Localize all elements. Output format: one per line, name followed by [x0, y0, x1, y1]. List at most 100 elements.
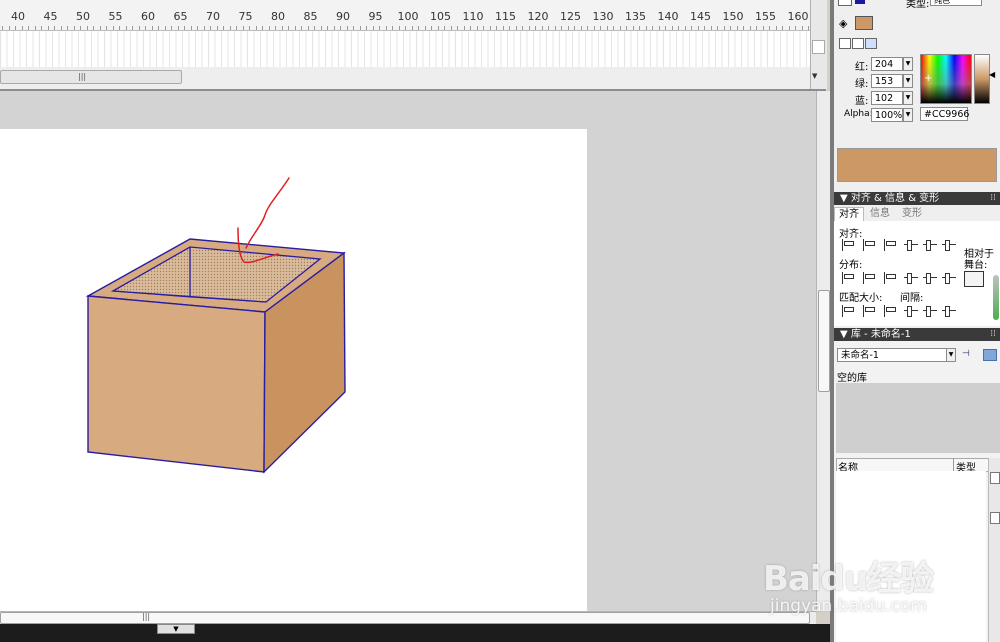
fill-color-swatch[interactable] [855, 16, 873, 30]
ruler-tick [119, 26, 120, 30]
tab-transform[interactable]: 变形 [898, 207, 926, 221]
align-right-icon[interactable] [883, 272, 897, 284]
ruler-tick [522, 26, 523, 30]
ruler-tick [125, 26, 127, 30]
ruler-tick [574, 26, 575, 30]
ruler-tick [229, 26, 231, 30]
stroke-color-swatch[interactable] [838, 0, 852, 6]
ruler-label: 85 [303, 10, 318, 23]
swap-colors-icon[interactable] [865, 38, 877, 49]
ruler-tick [379, 26, 380, 30]
panel-scrollbar[interactable] [993, 275, 999, 320]
paint-bucket-icon[interactable]: ◈ [839, 17, 847, 30]
box-front-face [87, 295, 266, 473]
hex-input[interactable]: #CC9966 [920, 107, 969, 121]
ruler-tick [112, 26, 114, 30]
brightness-slider[interactable] [974, 54, 990, 104]
tab-info[interactable]: 信息 [866, 207, 894, 221]
align-h-center-icon[interactable] [862, 305, 876, 317]
alpha-input[interactable]: 100% [871, 108, 903, 122]
align-v-center-icon[interactable] [923, 239, 937, 251]
panel-menu-icon[interactable]: ⁞⁞ [990, 192, 996, 205]
align-left-icon[interactable] [841, 305, 855, 317]
ruler-label: 70 [206, 10, 220, 23]
ruler-label: 150 [722, 10, 744, 23]
timeline-horizontal-scrollbar[interactable] [0, 70, 182, 84]
slider-arrow-icon[interactable]: ◀ [989, 70, 995, 79]
ruler-tick [93, 26, 94, 30]
ruler-tick [626, 26, 627, 30]
box-drawing[interactable] [0, 129, 587, 611]
ruler-tick [262, 26, 263, 30]
blue-input[interactable]: 102 [871, 91, 903, 105]
green-label: 绿: [855, 79, 869, 90]
no-color-icon[interactable] [852, 38, 864, 49]
align-left-icon[interactable] [841, 239, 855, 251]
fill-type-label: 类型: [906, 0, 930, 10]
pin-icon[interactable]: ⊣ [962, 349, 970, 359]
timeline-frames[interactable] [0, 31, 810, 67]
panel-menu-icon[interactable]: ⁞⁞ [990, 328, 996, 341]
align-top-icon[interactable] [904, 272, 918, 284]
ruler-tick [216, 26, 218, 30]
fill-type-select[interactable]: 纯色 [930, 0, 982, 6]
ruler-tick [2, 26, 3, 30]
library-select-arrow-icon[interactable]: ▼ [946, 348, 956, 362]
frame-ruler[interactable]: 40 45 50 55 60 65 70 75 80 85 90 95 100 105 110 115 120 1… [0, 0, 810, 31]
align-right-icon[interactable] [883, 305, 897, 317]
align-v-center-icon[interactable] [923, 272, 937, 284]
new-library-icon[interactable] [983, 349, 997, 361]
stroke-color-chip[interactable] [855, 0, 865, 4]
ruler-tick [411, 26, 413, 30]
ruler-tick [561, 26, 562, 30]
library-scroll-up[interactable] [990, 472, 1000, 484]
black-white-icon[interactable] [839, 38, 851, 49]
align-panel-header[interactable]: ▼ 对齐 & 信息 & 变形 ⁞⁞ [834, 192, 1000, 205]
ruler-label: 105 [430, 10, 451, 23]
align-bottom-icon[interactable] [942, 239, 956, 251]
ruler-tick [678, 26, 679, 30]
align-v-center-icon[interactable] [923, 305, 937, 317]
ruler-tick [762, 26, 764, 30]
stage-vertical-thumb[interactable] [818, 290, 830, 392]
ruler-tick [177, 26, 179, 30]
align-left-icon[interactable] [841, 272, 855, 284]
red-input[interactable]: 204 [871, 57, 903, 71]
alpha-dropdown-icon[interactable]: ▼ [903, 108, 913, 122]
ruler-tick [593, 26, 595, 30]
ruler-tick [444, 26, 445, 30]
scroll-down-arrow-icon[interactable]: ▼ [812, 72, 817, 80]
ruler-label: 160 [787, 10, 809, 23]
ruler-tick [171, 26, 172, 30]
align-h-center-icon[interactable] [862, 272, 876, 284]
timeline-scroll-thumb[interactable] [812, 40, 825, 54]
stage-horizontal-thumb[interactable] [0, 612, 810, 624]
library-panel-header[interactable]: ▼ 库 - 未命名-1 ⁞⁞ [834, 328, 1000, 341]
ruler-tick [450, 26, 452, 30]
ruler-tick [34, 26, 36, 30]
blue-dropdown-icon[interactable]: ▼ [903, 91, 913, 105]
ruler-tick [749, 26, 751, 30]
library-scrollbar[interactable] [988, 458, 1000, 642]
align-top-icon[interactable] [904, 305, 918, 317]
align-right-icon[interactable] [883, 239, 897, 251]
ruler-tick [99, 26, 101, 30]
properties-toggle-tab[interactable]: ▼ [157, 624, 195, 634]
align-bottom-icon[interactable] [942, 305, 956, 317]
stage-canvas[interactable] [0, 129, 587, 611]
green-dropdown-icon[interactable]: ▼ [903, 74, 913, 88]
align-h-center-icon[interactable] [862, 239, 876, 251]
library-document-select[interactable]: 未命名-1 [837, 348, 949, 362]
ruler-tick [314, 26, 315, 30]
to-stage-button[interactable] [964, 271, 984, 287]
align-bottom-icon[interactable] [942, 272, 956, 284]
red-dropdown-icon[interactable]: ▼ [903, 57, 913, 71]
green-input[interactable]: 153 [871, 74, 903, 88]
ruler-tick [86, 26, 88, 30]
align-top-icon[interactable] [904, 239, 918, 251]
tab-align[interactable]: 对齐 [834, 207, 864, 222]
ruler-tick [197, 26, 198, 30]
library-scroll-thumb[interactable] [990, 512, 1000, 524]
to-stage-label-2: 舞台: [964, 260, 988, 271]
red-label: 红: [855, 62, 869, 73]
